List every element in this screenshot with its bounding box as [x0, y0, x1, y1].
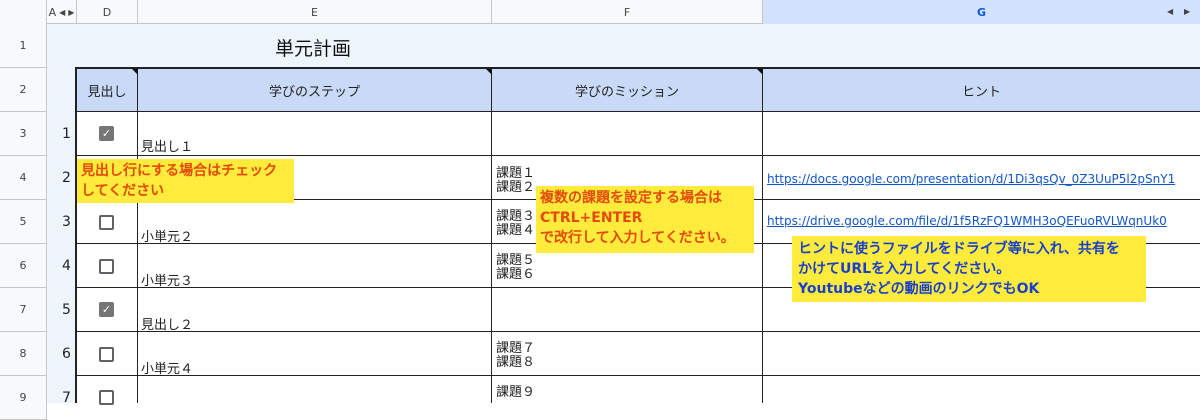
mission-text: 課題７ 課題８	[496, 341, 536, 370]
row-header-6[interactable]: 6	[0, 244, 47, 288]
row-header-2[interactable]: 2	[0, 68, 47, 112]
row-header-3[interactable]: 3	[0, 112, 47, 156]
cell-step-4[interactable]: 小単元３	[138, 244, 492, 289]
step-text: 小単元３	[141, 274, 194, 289]
cell-step-7[interactable]	[138, 376, 492, 403]
column-header-g[interactable]: G	[763, 0, 1200, 24]
mission-text: 課題３ 課題４	[496, 209, 536, 238]
cell-mission-7[interactable]: 課題９	[492, 376, 763, 403]
scroll-right-icon[interactable]: ▶	[1184, 7, 1190, 16]
header-hint[interactable]: ヒント	[763, 69, 1200, 112]
mission-text: 課題５ 課題６	[496, 253, 536, 282]
step-text: 見出し２	[141, 318, 194, 333]
cell-mission-1[interactable]	[492, 112, 763, 156]
row-number: 1	[62, 126, 71, 142]
note-multi-task-instruction: 複数の課題を設定する場合は CTRL+ENTER で改行して入力してください。	[536, 186, 754, 253]
note-check-instruction: 見出し行にする場合はチェック してください	[77, 159, 294, 203]
cell-mission-5[interactable]	[492, 288, 763, 332]
note-hint-instruction: ヒントに使うファイルをドライブ等に入れ、共有を かけてURLを入力してください。…	[792, 236, 1146, 302]
header-mission-label: 学びのミッション	[574, 84, 679, 100]
step-text: 小単元２	[141, 230, 194, 245]
hint-link[interactable]: https://drive.google.com/file/d/1f5RzFQ1…	[767, 214, 1199, 228]
column-a-label: A	[48, 5, 57, 19]
header-step-label: 学びのステップ	[268, 84, 360, 100]
checkbox-unchecked-icon[interactable]	[99, 215, 114, 230]
mission-text: 課題９	[496, 385, 536, 400]
header-midashi-label: 見出し	[87, 84, 127, 100]
cell-check-1[interactable]: ✓	[77, 112, 138, 156]
checkbox-unchecked-icon[interactable]	[99, 347, 114, 362]
column-header-e[interactable]: E	[138, 0, 492, 24]
cell-step-1[interactable]: 見出し１	[138, 112, 492, 156]
comment-marker-icon	[132, 69, 138, 75]
cell-check-5[interactable]: ✓	[77, 288, 138, 332]
header-hint-label: ヒント	[961, 84, 1001, 100]
row-number: 6	[62, 346, 71, 362]
checkbox-checked-icon[interactable]: ✓	[99, 302, 114, 317]
page-title: 単元計画	[275, 38, 352, 60]
row-number: 7	[62, 390, 71, 406]
cell-check-6[interactable]	[77, 332, 138, 376]
cell-hint-2[interactable]: https://docs.google.com/presentation/d/1…	[763, 156, 1200, 200]
cell-mission-6[interactable]: 課題７ 課題８	[492, 332, 763, 376]
cell-hint-7[interactable]	[763, 376, 1200, 403]
step-text: 見出し１	[141, 140, 194, 155]
row-number: 4	[62, 258, 71, 274]
step-text: 小単元４	[141, 362, 194, 377]
row-header-7[interactable]: 7	[0, 288, 47, 332]
column-header-d[interactable]: D	[77, 0, 138, 24]
row-header-4[interactable]: 4	[0, 156, 47, 200]
checkbox-checked-icon[interactable]: ✓	[99, 126, 114, 141]
row-number: 2	[62, 170, 71, 186]
row-header-9[interactable]: 9	[0, 376, 47, 420]
header-mission[interactable]: 学びのミッション	[492, 69, 763, 112]
comment-marker-icon	[757, 69, 763, 75]
column-g-label: G	[976, 5, 987, 19]
cell-check-7[interactable]	[77, 376, 138, 405]
column-header-f[interactable]: F	[492, 0, 763, 24]
expand-right-icon[interactable]: ▶	[68, 8, 74, 17]
comment-marker-icon	[486, 69, 492, 75]
header-midashi[interactable]: 見出し	[77, 69, 138, 112]
row-header-5[interactable]: 5	[0, 200, 47, 244]
checkbox-unchecked-icon[interactable]	[99, 259, 114, 274]
header-step[interactable]: 学びのステップ	[138, 69, 492, 112]
mission-text: 課題１ 課題２	[496, 166, 536, 195]
row-number: 3	[62, 214, 71, 230]
cell-step-5[interactable]: 見出し２	[138, 288, 492, 333]
cell-step-6[interactable]: 小単元４	[138, 332, 492, 377]
cell-check-3[interactable]	[77, 200, 138, 244]
cell-hint-1[interactable]	[763, 112, 1200, 156]
row-header-1[interactable]: 1	[0, 24, 47, 68]
collapse-left-icon[interactable]: ◀	[59, 8, 65, 17]
select-all-corner[interactable]	[0, 0, 47, 24]
cell-hint-6[interactable]	[763, 332, 1200, 376]
cell-check-4[interactable]	[77, 244, 138, 288]
row-number: 5	[62, 302, 71, 318]
scroll-left-icon[interactable]: ◀	[1167, 7, 1173, 16]
hint-link[interactable]: https://docs.google.com/presentation/d/1…	[767, 172, 1199, 186]
cell-step-3[interactable]: 小単元２	[138, 200, 492, 245]
column-header-a[interactable]: A ◀ ▶	[47, 0, 77, 24]
row-header-8[interactable]: 8	[0, 332, 47, 376]
